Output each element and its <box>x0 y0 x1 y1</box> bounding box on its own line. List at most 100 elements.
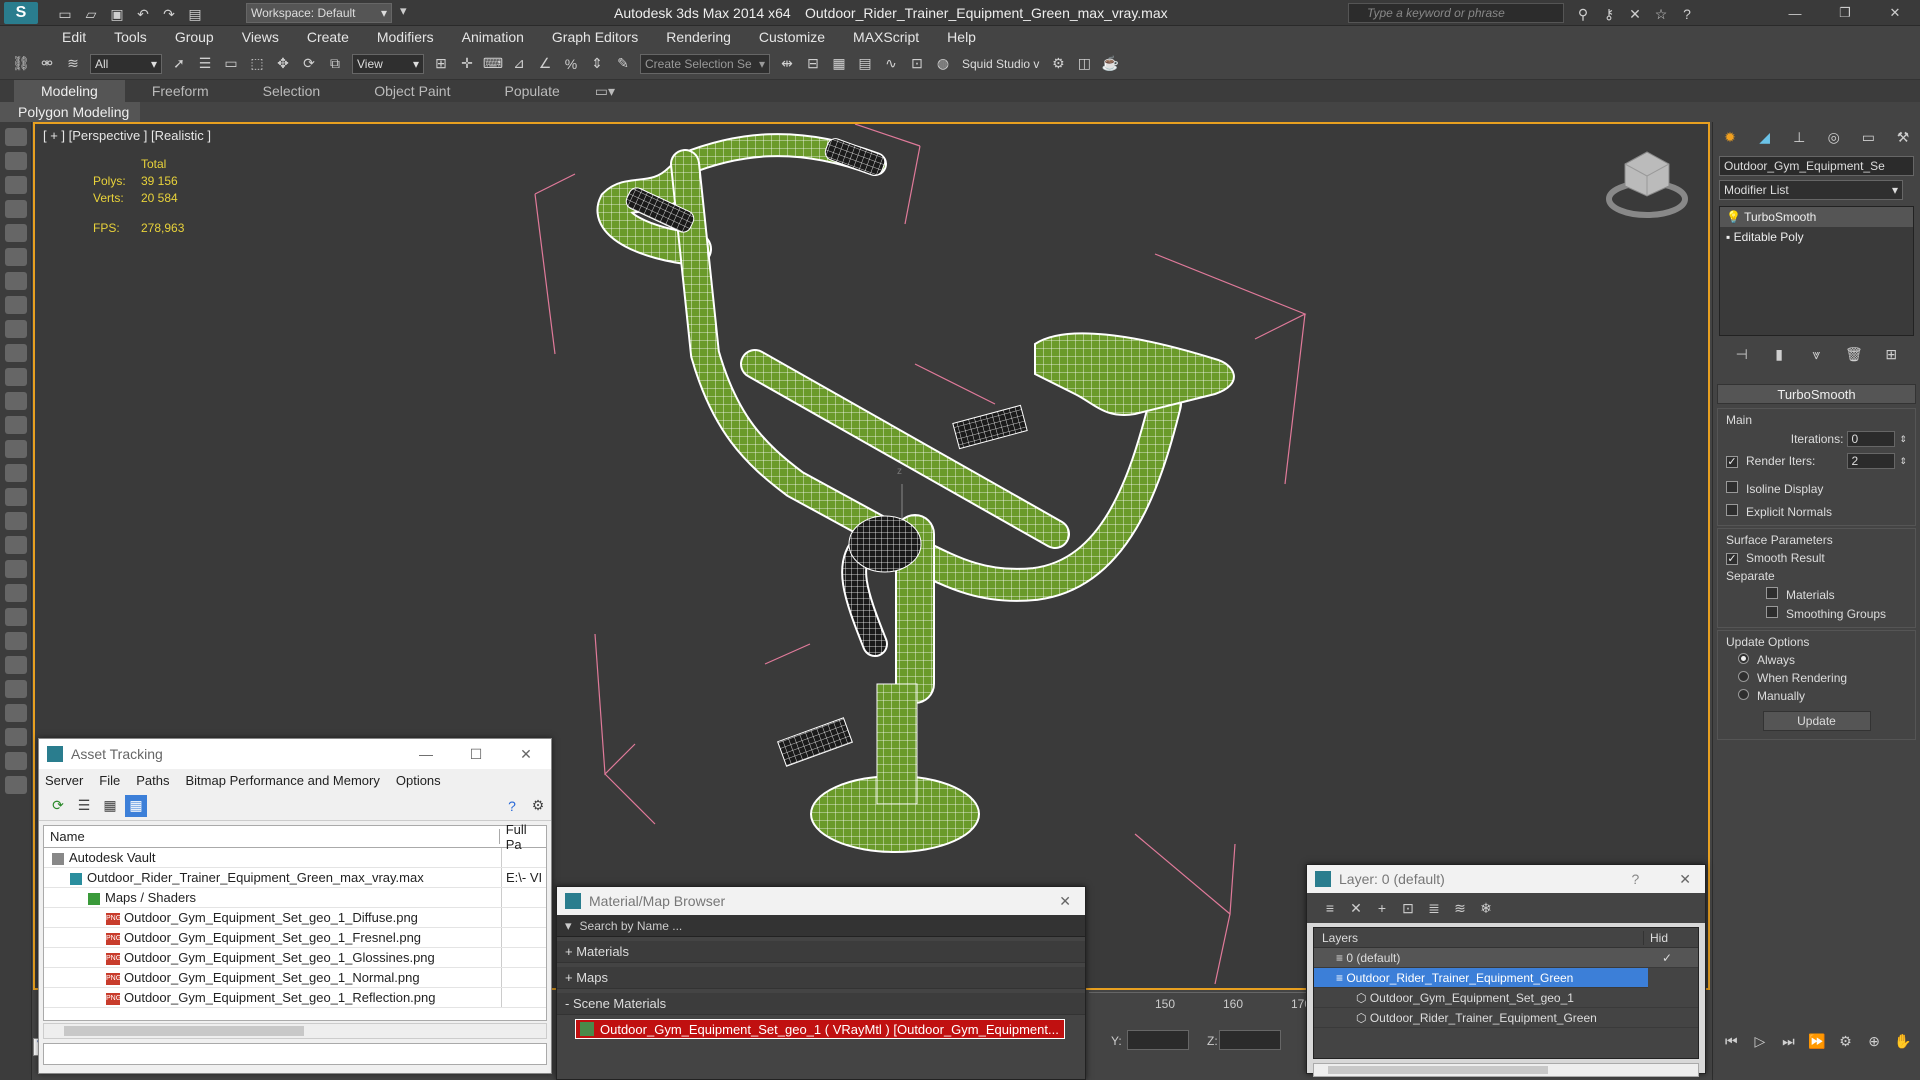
menu-animation[interactable]: Animation <box>448 26 538 48</box>
asset-row[interactable]: PNG Outdoor_Gym_Equipment_Set_geo_1_Fresn… <box>44 928 546 948</box>
search-input[interactable]: Type a keyword or phrase <box>1348 3 1564 23</box>
object-name-field[interactable]: Outdoor_Gym_Equipment_Se <box>1719 156 1914 176</box>
menu-tools[interactable]: Tools <box>100 26 161 48</box>
asset-row[interactable]: PNG Outdoor_Gym_Equipment_Set_geo_1_Norma… <box>44 968 546 988</box>
render-setup-icon[interactable]: ⚙ <box>1047 53 1069 75</box>
schematic-view-icon[interactable]: ⊡ <box>906 53 928 75</box>
tool-icon[interactable] <box>5 152 27 170</box>
pan-icon[interactable]: ✋ <box>1892 1030 1914 1052</box>
col-layers-header[interactable]: Layers <box>1314 930 1644 945</box>
remove-modifier-icon[interactable]: 🗑 <box>1843 343 1865 365</box>
active-layer-check-icon[interactable]: ✓ <box>1662 948 1672 967</box>
tool-icon[interactable] <box>5 560 27 578</box>
asset-row[interactable]: Maps / Shaders <box>44 888 546 908</box>
settings-icon[interactable]: ⚙ <box>527 795 549 817</box>
squid-studio-label[interactable]: Squid Studio v <box>962 57 1039 71</box>
viewcube[interactable] <box>1606 151 1688 218</box>
tool-icon[interactable] <box>5 320 27 338</box>
section-maps[interactable]: + Maps <box>557 967 1085 989</box>
app-logo-icon[interactable]: S <box>4 2 38 24</box>
asset-path-field[interactable] <box>43 1043 547 1065</box>
bind-space-warp-icon[interactable]: ≋ <box>62 53 84 75</box>
menu-create[interactable]: Create <box>293 26 363 48</box>
snap-icon[interactable]: ⊿ <box>508 53 530 75</box>
scene-material-item[interactable]: Outdoor_Gym_Equipment_Set_geo_1 ( VRayMt… <box>575 1019 1065 1039</box>
tab-selection[interactable]: Selection <box>236 80 348 102</box>
section-materials[interactable]: + Materials <box>557 941 1085 963</box>
link-icon[interactable]: ⛓ <box>10 53 32 75</box>
tool-icon[interactable] <box>5 608 27 626</box>
tool-icon[interactable] <box>5 344 27 362</box>
modify-tab-icon[interactable]: ◢ <box>1754 126 1776 148</box>
menu-customize[interactable]: Customize <box>745 26 839 48</box>
key-mode-icon[interactable]: ⏩ <box>1806 1030 1828 1052</box>
tab-modeling[interactable]: Modeling <box>14 80 125 102</box>
freeze-all-icon[interactable]: ❄ <box>1475 897 1497 919</box>
asset-row[interactable]: PNG Outdoor_Gym_Equipment_Set_geo_1_Refle… <box>44 988 546 1008</box>
pin-stack-icon[interactable]: ⊣ <box>1731 343 1753 365</box>
curve-editor-icon[interactable]: ∿ <box>880 53 902 75</box>
list-view-icon[interactable]: ☰ <box>73 795 95 817</box>
delete-layer-icon[interactable]: ✕ <box>1345 897 1367 919</box>
menu-modifiers[interactable]: Modifiers <box>363 26 448 48</box>
menu-graph-editors[interactable]: Graph Editors <box>538 26 652 48</box>
key-icon[interactable]: ⚷ <box>1598 3 1620 25</box>
rotate-icon[interactable]: ⟳ <box>298 53 320 75</box>
render-teapot-icon[interactable]: ☕ <box>1099 53 1121 75</box>
next-frame-icon[interactable]: ⏭ <box>1777 1030 1799 1052</box>
help-icon[interactable]: ? <box>1676 3 1698 25</box>
tab-populate[interactable]: Populate <box>477 80 586 102</box>
layer-window-titlebar[interactable]: Layer: 0 (default) ? ✕ <box>1307 865 1705 893</box>
pivot-icon[interactable]: ⊞ <box>430 53 452 75</box>
thumbnail-view-icon[interactable]: ▦ <box>99 795 121 817</box>
z-coord-field[interactable] <box>1219 1030 1281 1050</box>
open-file-icon[interactable]: ▱ <box>80 3 102 25</box>
star-icon[interactable]: ☆ <box>1650 3 1672 25</box>
tool-icon[interactable] <box>5 464 27 482</box>
menu-views[interactable]: Views <box>228 26 293 48</box>
scale-icon[interactable]: ⧉ <box>324 53 346 75</box>
smoothing-groups-checkbox[interactable] <box>1766 606 1778 618</box>
spinner-arrows-icon[interactable]: ⇕ <box>1899 434 1907 445</box>
refresh-icon[interactable]: ⟳ <box>47 795 69 817</box>
col-hide-header[interactable]: Hid <box>1644 931 1668 945</box>
maximize-icon[interactable]: ☐ <box>451 746 501 763</box>
isoline-checkbox[interactable] <box>1726 481 1738 493</box>
asset-row[interactable]: Outdoor_Rider_Trainer_Equipment_Green_ma… <box>44 868 546 888</box>
configure-sets-icon[interactable]: ⊞ <box>1880 343 1902 365</box>
y-coord-field[interactable] <box>1127 1030 1189 1050</box>
new-file-icon[interactable]: ▭ <box>54 3 76 25</box>
iterations-spinner[interactable]: 0 <box>1847 431 1896 447</box>
scene-explorer-icon[interactable]: ▤ <box>854 53 876 75</box>
update-button[interactable]: Update <box>1762 711 1871 731</box>
menu-file[interactable]: File <box>99 773 120 788</box>
tool-icon[interactable] <box>5 176 27 194</box>
minimize-icon[interactable]: — <box>401 746 451 762</box>
stack-item-turbosmooth[interactable]: 💡 TurboSmooth <box>1720 207 1913 227</box>
layer-row-rider-trainer[interactable]: ≡ Outdoor_Rider_Trainer_Equipment_Green <box>1314 968 1648 988</box>
material-browser-titlebar[interactable]: Material/Map Browser ✕ <box>557 887 1085 915</box>
move-icon[interactable]: ✥ <box>272 53 294 75</box>
material-search-input[interactable]: Search by Name ... <box>580 919 683 933</box>
when-rendering-radio[interactable] <box>1738 671 1749 682</box>
smooth-result-checkbox[interactable]: ✓ <box>1726 553 1738 565</box>
show-end-result-icon[interactable]: ▮ <box>1768 343 1790 365</box>
zoom-icon[interactable]: ⊕ <box>1863 1030 1885 1052</box>
explicit-normals-checkbox[interactable] <box>1726 504 1738 516</box>
undo-icon[interactable]: ↶ <box>132 3 154 25</box>
hierarchy-tab-icon[interactable]: ⊥ <box>1788 126 1810 148</box>
tool-icon[interactable] <box>5 416 27 434</box>
selection-filter-dropdown[interactable]: All ▾ <box>90 53 162 74</box>
percent-snap-icon[interactable]: % <box>560 53 582 75</box>
workspace-arrow-icon[interactable]: ▾ <box>400 3 414 23</box>
tool-icon[interactable] <box>5 128 27 146</box>
tool-icon[interactable] <box>5 656 27 674</box>
create-tab-icon[interactable]: ✹ <box>1719 126 1741 148</box>
align-icon[interactable]: ⊟ <box>802 53 824 75</box>
maximize-icon[interactable]: ❐ <box>1820 5 1870 21</box>
layer-explorer-icon[interactable]: ▦ <box>828 53 850 75</box>
select-by-name-icon[interactable]: ☰ <box>194 53 216 75</box>
turbosmooth-rollout-title[interactable]: TurboSmooth <box>1717 384 1916 404</box>
horizontal-scrollbar[interactable] <box>1313 1063 1699 1077</box>
section-scene-materials[interactable]: - Scene Materials <box>557 993 1085 1015</box>
